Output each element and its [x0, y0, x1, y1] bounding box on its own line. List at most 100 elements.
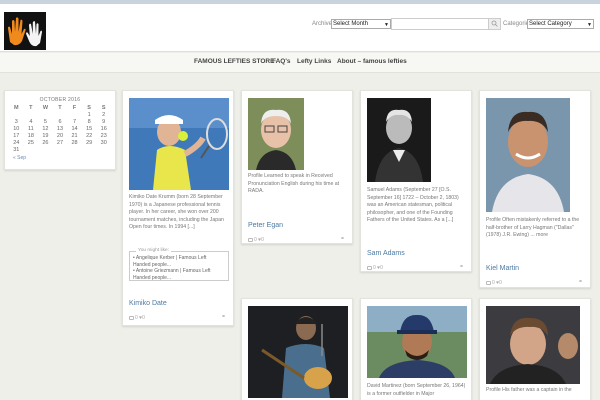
calendar-day: 20	[56, 133, 64, 139]
post-photo[interactable]	[367, 306, 467, 378]
calendar-weekday: S	[87, 105, 91, 111]
archives-select-value: Select Month	[333, 21, 369, 27]
related-label: You might like:	[136, 248, 172, 255]
calendar-weekday: T	[29, 105, 33, 111]
calendar-day: 23	[100, 133, 107, 139]
calendar-day	[53, 112, 68, 118]
post-card-kimiko-date: Kimiko Date Krumm (born 28 September 197…	[122, 90, 234, 326]
calendar-day	[38, 147, 53, 153]
calendar-day: 7	[73, 119, 77, 125]
calendar-day: 22	[86, 133, 93, 139]
post-card-guitarist	[241, 298, 353, 400]
comment-icon	[129, 315, 134, 320]
nav-item-links[interactable]: Lefty Links	[297, 58, 331, 65]
calendar-weekday: W	[42, 105, 49, 111]
comment-icon	[248, 237, 253, 242]
categories-select-value: Select Category	[529, 21, 572, 27]
calendar-day: 4	[29, 119, 33, 125]
post-title[interactable]: Kiel Martin	[486, 265, 519, 272]
archives-select[interactable]: Select Month ▼	[331, 19, 391, 29]
post-photo[interactable]	[248, 306, 348, 398]
calendar-day: 29	[86, 140, 93, 146]
calendar-day: 25	[27, 140, 34, 146]
related-link[interactable]: Antoine Griezmann | Famous Left Handed p…	[133, 268, 225, 281]
post-excerpt: Kimiko Date Krumm (born 28 September 197…	[129, 194, 224, 231]
post-photo[interactable]	[129, 98, 229, 190]
calendar-grid: M T W T F S S 1 2 3 4 5 6 7 8 9 10 11 12 13 14 15 16 17 18 19 20 21…	[9, 105, 111, 153]
post-title[interactable]: Kimiko Date	[129, 300, 167, 307]
nav-item-faq[interactable]: FAQ's	[272, 58, 291, 65]
calendar-weekday: S	[101, 105, 106, 111]
chevron-down-icon: ▼	[587, 22, 592, 28]
calendar-weekday: F	[72, 105, 77, 111]
calendar-day: 9	[102, 119, 106, 125]
post-photo[interactable]	[486, 98, 570, 212]
related-link[interactable]: Angelique Kerber | Famous Left Handed pe…	[133, 255, 225, 268]
comment-icon	[486, 280, 491, 285]
like-count[interactable]: 0	[380, 265, 383, 271]
calendar-day	[53, 147, 68, 153]
post-card-sam-adams: Samuel Adams (September 27 [O.S. Septemb…	[360, 90, 472, 272]
nav-item-store[interactable]: FAMOUS LEFTIES STORE	[194, 58, 274, 65]
comment-icon	[367, 265, 372, 270]
calendar-weekday: M	[13, 105, 19, 111]
comment-count[interactable]: 0	[254, 237, 257, 243]
link-icon[interactable]: ⚭	[578, 278, 583, 285]
link-icon[interactable]: ⚭	[221, 313, 226, 320]
calendar-day: 21	[71, 133, 78, 139]
calendar-day	[67, 147, 82, 153]
post-excerpt: David Martinez (born September 26, 1964)…	[367, 383, 466, 397]
calendar-day: 31	[13, 147, 20, 153]
comment-count[interactable]: 0	[492, 280, 495, 286]
calendar-day: 24	[13, 140, 20, 146]
calendar-day	[38, 112, 53, 118]
main-nav: FAMOUS LEFTIES STORE FAQ's Lefty Links A…	[0, 53, 600, 73]
calendar-day: 26	[42, 140, 49, 146]
calendar-day	[82, 147, 97, 153]
calendar-day: 11	[27, 126, 34, 132]
calendar-day: 30	[100, 140, 107, 146]
search-button[interactable]	[488, 19, 500, 29]
post-excerpt: Samuel Adams (September 27 [O.S. Septemb…	[367, 187, 459, 224]
post-excerpt: Profile His father was a captain in the	[486, 387, 572, 393]
chevron-down-icon: ▼	[384, 22, 389, 28]
calendar-day: 3	[14, 119, 18, 125]
calendar-day: 10	[13, 126, 20, 132]
post-meta: 0 ♥0	[367, 265, 383, 271]
calendar-day	[67, 112, 82, 118]
search-input[interactable]	[391, 18, 501, 30]
post-title[interactable]: Peter Egan	[248, 222, 283, 229]
post-photo[interactable]	[486, 306, 580, 384]
calendar-day	[24, 112, 39, 118]
comment-count[interactable]: 0	[135, 315, 138, 321]
categories-select[interactable]: Select Category ▼	[527, 19, 594, 29]
link-icon[interactable]: ⚭	[459, 263, 464, 270]
post-excerpt: Profile Learned to speak in Received Pro…	[248, 173, 340, 195]
post-photo[interactable]	[367, 98, 431, 182]
nav-item-about[interactable]: About – famous lefties	[337, 58, 407, 65]
calendar-day: 1	[87, 112, 91, 118]
site-header: Archives Select Month ▼ Categories Selec…	[0, 4, 600, 52]
calendar-day	[24, 147, 39, 153]
calendar-prev-link[interactable]: « Sep	[13, 155, 111, 161]
comment-count[interactable]: 0	[373, 265, 376, 271]
link-icon[interactable]: ⚭	[340, 235, 345, 242]
calendar-day: 13	[56, 126, 64, 132]
like-count[interactable]: 0	[142, 315, 145, 321]
calendar-day: 19	[42, 133, 49, 139]
calendar-day: 28	[71, 140, 78, 146]
calendar-day: 27	[56, 140, 64, 146]
search-icon	[491, 20, 498, 27]
post-photo[interactable]	[248, 98, 304, 170]
like-count[interactable]: 0	[261, 237, 264, 243]
post-card-bottom-right: Profile His father was a captain in the	[479, 298, 591, 400]
post-meta: 0 ♥0	[248, 237, 264, 243]
site-logo[interactable]	[4, 12, 46, 50]
like-count[interactable]: 0	[499, 280, 502, 286]
calendar-day: 16	[100, 126, 107, 132]
post-title[interactable]: Sam Adams	[367, 250, 405, 257]
post-meta: 0 ♥0	[486, 280, 502, 286]
post-card-david-martinez: David Martinez (born September 26, 1964)…	[360, 298, 472, 400]
calendar-day: 17	[13, 133, 20, 139]
post-card-kiel-martin: Profile Often mistakenly referred to a t…	[479, 90, 591, 288]
